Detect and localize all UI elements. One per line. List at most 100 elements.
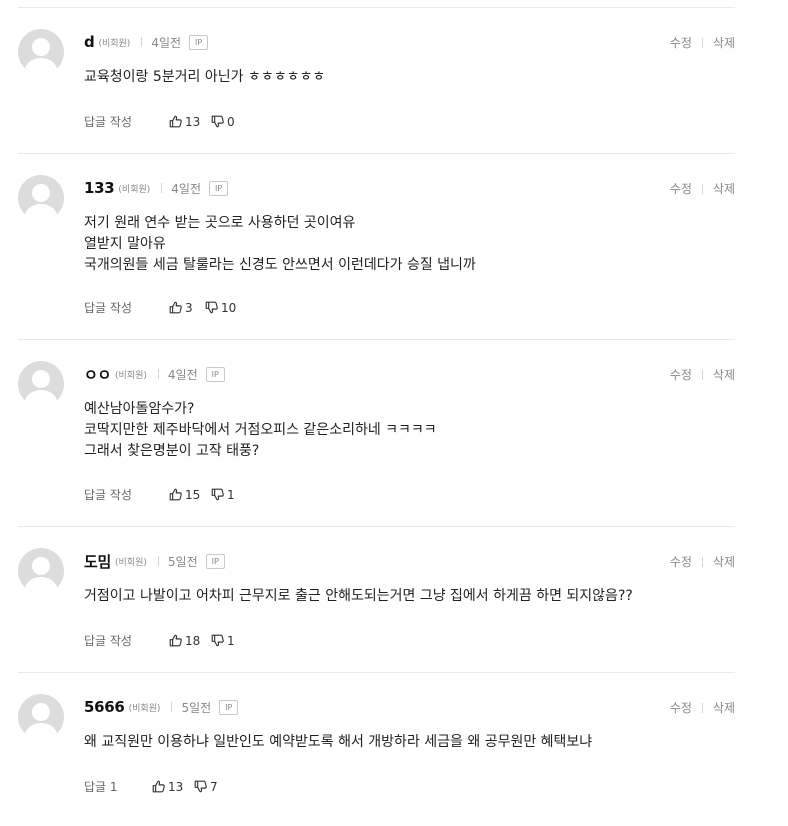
edit-button[interactable]: 수정 [670,553,692,570]
delete-button[interactable]: 삭제 [713,699,735,716]
comment-list: d (비회원) 4일전 IP 수정 삭제 교육청이랑 5분거리 아닌가 ㅎㅎㅎㅎ… [18,7,735,823]
reply-button[interactable]: 답글 작성 [84,299,169,316]
dislike-button[interactable]: 10 [205,301,236,315]
edit-button[interactable]: 수정 [670,180,692,197]
author-nickname: 133 [84,179,115,197]
thumbs-up-icon [169,488,182,501]
like-button[interactable]: 3 [169,301,205,315]
comment-actions: 수정 삭제 [670,699,735,716]
comment-item: 도밈 (비회원) 5일전 IP 수정 삭제 거점이고 나발이고 어차피 근무지로… [18,527,735,673]
delete-button[interactable]: 삭제 [713,553,735,570]
avatar [18,548,64,594]
dislike-count: 1 [227,487,235,502]
divider [701,37,703,48]
delete-button[interactable]: 삭제 [713,366,735,383]
comment-body: 예산남아돌암수가? 코딱지만한 제주바닥에서 거점오피스 같은소리하네 ㅋㅋㅋㅋ… [84,399,437,462]
comment-actions: 수정 삭제 [670,180,735,197]
edit-button[interactable]: 수정 [670,366,692,383]
reply-button[interactable]: 답글 작성 [84,113,169,130]
comment-body: 교육청이랑 5분거리 아닌가 ㅎㅎㅎㅎㅎㅎ [84,67,325,88]
comment-actions: 수정 삭제 [670,34,735,51]
like-button[interactable]: 15 [169,488,211,502]
ip-badge: IP [205,366,225,382]
comment-line: 예산남아돌암수가? [84,401,195,417]
like-count: 15 [185,487,201,502]
comment-body: 저기 원래 연수 받는 곳으로 사용하던 곳이여유 열받지 말아유 국개의원들 … [84,213,476,276]
guest-tag: (비회원) [118,184,151,195]
thumbs-down-icon [211,488,224,501]
comment-footer: 답글 작성 15 1 [84,486,235,503]
reply-button[interactable]: 답글 1 [84,778,152,795]
dislike-button[interactable]: 7 [194,780,218,794]
dislike-button[interactable]: 0 [211,115,235,129]
comment-header: 5666 (비회원) 5일전 IP [84,698,239,716]
comment-item: 133 (비회원) 4일전 IP 수정 삭제 저기 원래 연수 받는 곳으로 사… [18,154,735,340]
comment-header: d (비회원) 4일전 IP [84,33,209,51]
reply-button[interactable]: 답글 작성 [84,486,169,503]
like-button[interactable]: 13 [169,115,211,129]
ip-badge: IP [219,699,239,715]
ip-badge: IP [189,34,209,50]
avatar [18,694,64,740]
author-nickname: 5666 [84,698,125,716]
comment-footer: 답글 작성 18 1 [84,632,235,649]
comment-date: 4일전 [151,35,182,50]
comment-footer: 답글 1 13 7 [84,778,218,795]
guest-tag: (비회원) [115,370,147,381]
comment-body: 왜 교직원만 이용하냐 일반인도 예약받도록 해서 개방하라 세금을 왜 공무원… [84,732,592,753]
author-nickname: ㅇㅇ [84,365,112,384]
comment-footer: 답글 작성 3 10 [84,299,236,316]
ip-badge: IP [209,180,229,196]
comment-line: 열받지 말아유 [84,236,166,252]
edit-button[interactable]: 수정 [670,699,692,716]
divider [171,702,173,712]
comment-date: 5일전 [181,700,212,715]
comment-actions: 수정 삭제 [670,553,735,570]
like-count: 3 [185,300,193,315]
divider [141,37,143,47]
thumbs-up-icon [169,634,182,647]
divider [701,702,703,713]
comment-line: 코딱지만한 제주바닥에서 거점오피스 같은소리하네 ㅋㅋㅋㅋ [84,422,437,438]
thumbs-up-icon [169,115,182,128]
reply-button[interactable]: 답글 작성 [84,632,169,649]
comment-header: 도밈 (비회원) 5일전 IP [84,552,225,571]
comment-header: 133 (비회원) 4일전 IP [84,179,229,197]
edit-button[interactable]: 수정 [670,34,692,51]
comment-line: 국개의원들 세금 탈룰라는 신경도 안쓰면서 이런데다가 승질 냅니까 [84,257,476,273]
guest-tag: (비회원) [98,38,131,49]
like-count: 13 [185,114,201,129]
author-nickname: 도밈 [84,552,112,571]
thumbs-up-icon [169,301,182,314]
divider [701,369,703,380]
dislike-count: 1 [227,633,235,648]
comment-line: 거점이고 나발이고 어차피 근무지로 출근 안해도되는거면 그냥 집에서 하게끔… [84,588,633,604]
author-nickname: d [84,33,95,51]
comment-item: d (비회원) 4일전 IP 수정 삭제 교육청이랑 5분거리 아닌가 ㅎㅎㅎㅎ… [18,8,735,154]
comment-line: 왜 교직원만 이용하냐 일반인도 예약받도록 해서 개방하라 세금을 왜 공무원… [84,734,593,750]
like-count: 13 [168,779,184,794]
like-button[interactable]: 18 [169,634,211,648]
divider [157,556,159,566]
thumbs-down-icon [205,301,218,314]
dislike-button[interactable]: 1 [211,634,235,648]
delete-button[interactable]: 삭제 [713,180,735,197]
comment-date: 4일전 [171,181,202,196]
like-button[interactable]: 13 [152,780,194,794]
thumbs-down-icon [211,115,224,128]
dislike-count: 0 [227,114,235,129]
guest-tag: (비회원) [115,557,147,568]
comment-body: 거점이고 나발이고 어차피 근무지로 출근 안해도되는거면 그냥 집에서 하게끔… [84,586,633,607]
comment-line: 교육청이랑 5분거리 아닌가 ㅎㅎㅎㅎㅎㅎ [84,69,326,85]
thumbs-down-icon [194,780,207,793]
divider [701,556,703,567]
comment-line: 저기 원래 연수 받는 곳으로 사용하던 곳이여유 [84,215,356,231]
comment-date: 5일전 [167,554,198,569]
comment-date: 4일전 [167,367,198,382]
comment-item: ㅇㅇ (비회원) 4일전 IP 수정 삭제 예산남아돌암수가? 코딱지만한 제주… [18,340,735,527]
dislike-button[interactable]: 1 [211,488,235,502]
comment-footer: 답글 작성 13 0 [84,113,235,130]
thumbs-up-icon [152,780,165,793]
avatar [18,175,64,221]
delete-button[interactable]: 삭제 [713,34,735,51]
